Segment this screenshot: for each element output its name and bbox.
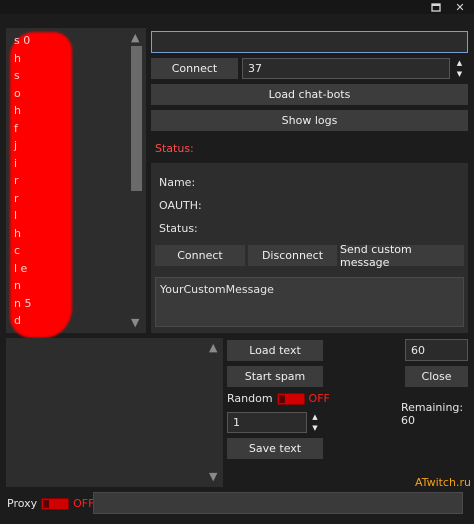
name-label: Name:	[159, 176, 196, 189]
bots-list-items: s 0 h s o h f j i r r l h c l e n n 5 d	[14, 34, 74, 332]
scrollbar-thumb[interactable]	[131, 46, 142, 191]
list-item[interactable]: n	[14, 279, 74, 297]
text-scroll-up-icon[interactable]: ▲	[209, 342, 217, 353]
list-item[interactable]: i	[14, 157, 74, 175]
stepper-down-icon[interactable]: ▼	[457, 70, 462, 78]
bot-info-panel: Name: OAUTH: Status: Connect Disconnect …	[151, 163, 468, 333]
switch-knob	[278, 394, 285, 403]
close-icon[interactable]: ✕	[452, 0, 468, 14]
load-chat-bots-button[interactable]: Load chat-bots	[151, 84, 468, 105]
list-item[interactable]: f	[14, 122, 74, 140]
list-item[interactable]: h	[14, 52, 74, 70]
list-item[interactable]: o	[14, 87, 74, 105]
random-label: Random	[227, 392, 273, 405]
bot-count-field[interactable]: 37	[242, 58, 450, 79]
list-item[interactable]: l e	[14, 262, 74, 280]
list-item[interactable]: h	[14, 104, 74, 122]
list-item[interactable]: s 0	[14, 34, 74, 52]
load-text-button[interactable]: Load text	[227, 340, 323, 361]
send-custom-message-button[interactable]: Send custom message	[340, 243, 464, 269]
token-input[interactable]	[151, 31, 468, 53]
connect-button[interactable]: Connect	[151, 58, 238, 79]
scroll-down-icon[interactable]: ▼	[131, 317, 139, 328]
stepper-down-icon[interactable]: ▼	[312, 424, 317, 432]
proxy-switch[interactable]	[41, 497, 70, 510]
list-item[interactable]: d	[14, 314, 74, 332]
bot-disconnect-button[interactable]: Disconnect	[248, 245, 337, 266]
title-bar	[0, 0, 474, 14]
stepper-up-icon[interactable]: ▲	[457, 59, 462, 67]
list-item[interactable]: j	[14, 139, 74, 157]
proxy-toggle[interactable]: Proxy OFF	[7, 497, 94, 510]
bot-status-label: Status:	[159, 222, 198, 235]
list-item[interactable]: l	[14, 209, 74, 227]
repeat-count-field[interactable]: 1	[227, 412, 307, 433]
stepper-up-icon[interactable]: ▲	[312, 413, 317, 421]
list-item[interactable]: r	[14, 192, 74, 210]
oauth-label: OAUTH:	[159, 199, 202, 212]
restore-icon[interactable]	[428, 0, 444, 14]
text-scroll-down-icon[interactable]: ▼	[209, 471, 217, 482]
list-item[interactable]: s	[14, 69, 74, 87]
proxy-input[interactable]	[93, 492, 463, 514]
proxy-label: Proxy	[7, 497, 38, 510]
list-item[interactable]: h	[14, 227, 74, 245]
watermark-text: ATwitch.ru	[415, 476, 471, 489]
status-label: Status:	[155, 142, 194, 155]
bot-count-stepper[interactable]: ▲ ▼	[451, 58, 468, 79]
repeat-count-stepper[interactable]: ▲ ▼	[307, 412, 323, 433]
random-state: OFF	[308, 392, 330, 405]
interval-field[interactable]: 60	[405, 339, 468, 361]
random-toggle[interactable]: Random OFF	[227, 392, 330, 405]
bots-list[interactable]: s 0 h s o h f j i r r l h c l e n n 5 d …	[6, 28, 146, 338]
bot-connect-button[interactable]: Connect	[155, 245, 245, 266]
scroll-up-icon[interactable]: ▲	[131, 32, 139, 43]
list-item[interactable]: c	[14, 244, 74, 262]
custom-message-input[interactable]: YourCustomMessage	[155, 277, 464, 327]
switch-knob	[43, 499, 50, 508]
list-item[interactable]: r	[14, 174, 74, 192]
random-switch[interactable]	[276, 392, 305, 405]
close-button[interactable]: Close	[405, 366, 468, 387]
spam-text-area[interactable]: ▲ ▼	[6, 338, 223, 487]
list-item[interactable]: n 5	[14, 297, 74, 315]
proxy-state: OFF	[73, 497, 95, 510]
show-logs-button[interactable]: Show logs	[151, 110, 468, 131]
start-spam-button[interactable]: Start spam	[227, 366, 323, 387]
remaining-counter: Remaining: 60	[401, 401, 464, 427]
save-text-button[interactable]: Save text	[227, 438, 323, 459]
